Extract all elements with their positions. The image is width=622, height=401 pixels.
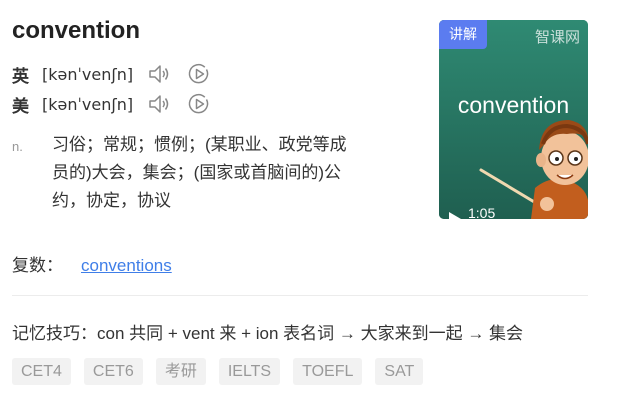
plural-link[interactable]: conventions (81, 256, 172, 275)
part-of-speech: n. (12, 139, 23, 154)
play-icon[interactable] (448, 211, 462, 219)
teacher-illustration (439, 20, 588, 219)
exam-tag[interactable]: 考研 (155, 358, 206, 385)
section-divider (12, 295, 588, 296)
mnemonic-tip: 记忆技巧：con 共同 + vent 来 + ion 表名词 → 大家来到一起 … (12, 324, 524, 343)
explanation-video[interactable]: 讲解 智课网 convention 1:05 (439, 20, 588, 219)
pronunciation-us: 美 [kənˈvenʃn] (12, 91, 211, 117)
brand-watermark: 智课网 (534, 29, 580, 46)
plural-form: 复数： conventions (12, 251, 172, 276)
video-word: convention (457, 92, 570, 118)
plural-label: 复数： (12, 256, 63, 275)
pronunciation-uk: 英 [kənˈvenʃn] (12, 61, 211, 87)
exam-tag[interactable]: SAT (375, 358, 424, 385)
region-label-us: 美 (12, 96, 29, 116)
video-duration: 1:05 (468, 205, 496, 219)
ipa-us: [kənˈvenʃn] (42, 94, 134, 114)
definition-line: 约，协定，协议 (52, 191, 171, 210)
exam-tags: CET4 CET6 考研 IELTS TOEFL SAT (12, 358, 436, 385)
play-circle-icon[interactable] (187, 62, 211, 86)
definition-text: 习俗；常规；惯例；(某职业、政党等成 员的)大会，集会；(国家或首脑间的)公 约… (52, 131, 397, 215)
headword: convention (12, 17, 141, 44)
exam-tag[interactable]: CET6 (83, 358, 143, 385)
exam-tag[interactable]: TOEFL (293, 358, 363, 385)
definition-line: 员的)大会，集会；(国家或首脑间的)公 (52, 163, 341, 182)
exam-tag[interactable]: IELTS (218, 358, 281, 385)
region-label-uk: 英 (12, 66, 29, 86)
speaker-icon[interactable] (147, 92, 171, 116)
play-circle-icon[interactable] (187, 92, 211, 116)
ipa-uk: [kənˈvenʃn] (42, 64, 134, 84)
explanation-badge: 讲解 (439, 20, 487, 49)
speaker-icon[interactable] (147, 62, 171, 86)
exam-tag[interactable]: CET4 (12, 358, 71, 385)
definition-line: 习俗；常规；惯例；(某职业、政党等成 (52, 135, 347, 154)
